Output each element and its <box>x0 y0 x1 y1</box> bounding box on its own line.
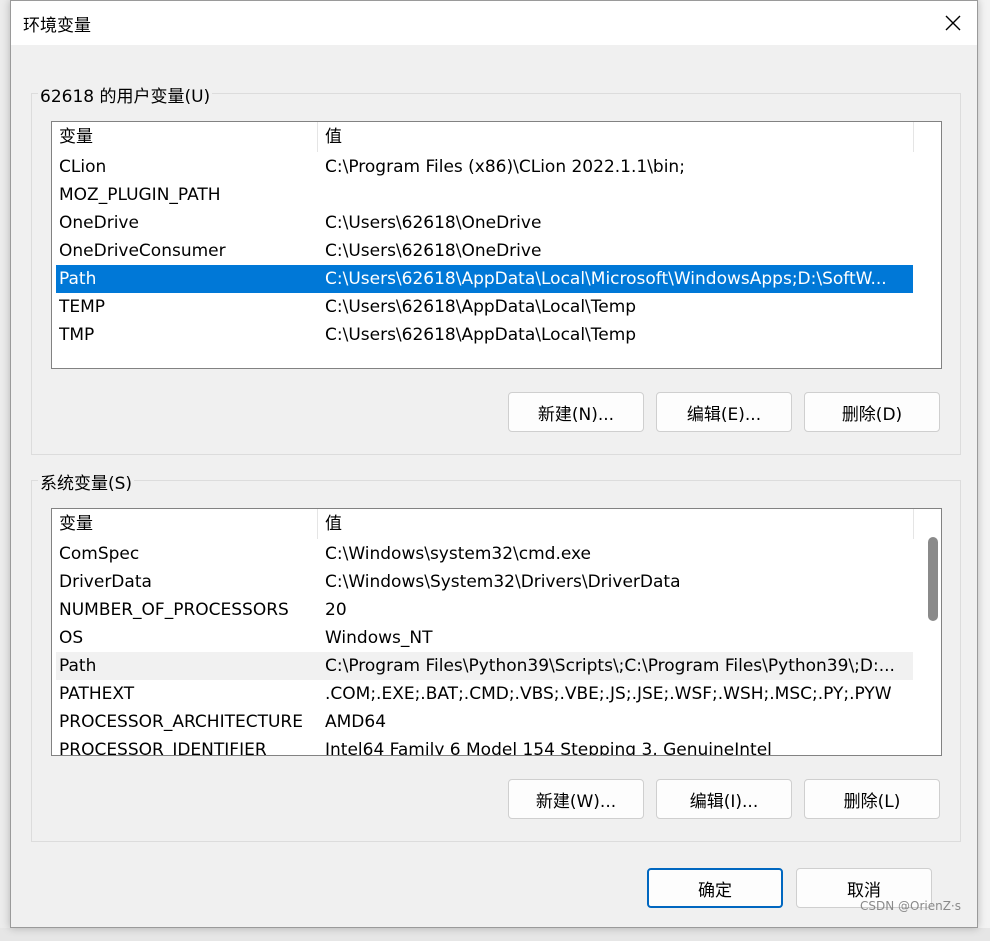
user-new-button[interactable]: 新建(N)... <box>508 392 644 432</box>
environment-variables-dialog: 环境变量 62618 的用户变量(U) 变量 值 CLion C:\Progra… <box>10 0 978 928</box>
list-item[interactable]: ComSpec C:\Windows\system32\cmd.exe <box>56 540 913 568</box>
scrollbar-thumb[interactable] <box>928 537 938 621</box>
system-delete-button[interactable]: 删除(L) <box>804 779 940 819</box>
list-item[interactable]: OneDrive C:\Users\62618\OneDrive <box>56 209 913 237</box>
vertical-scrollbar[interactable] <box>927 509 938 755</box>
user-variables-list[interactable]: 变量 值 CLion C:\Program Files (x86)\CLion … <box>51 121 942 369</box>
list-item[interactable]: PROCESSOR_ARCHITECTURE AMD64 <box>56 708 913 736</box>
close-icon <box>945 15 961 31</box>
list-item[interactable]: MOZ_PLUGIN_PATH <box>56 181 913 209</box>
list-header: 变量 值 <box>52 122 914 152</box>
column-header-value[interactable]: 值 <box>318 509 914 539</box>
list-item-hovered[interactable]: Path C:\Program Files\Python39\Scripts\;… <box>56 652 913 680</box>
list-item[interactable]: PROCESSOR_IDENTIFIER Intel64 Family 6 Mo… <box>56 736 913 755</box>
list-item-selected[interactable]: Path C:\Users\62618\AppData\Local\Micros… <box>56 265 913 293</box>
background-window-bottom <box>0 928 990 941</box>
system-edit-button[interactable]: 编辑(I)... <box>656 779 792 819</box>
title-bar: 环境变量 <box>11 1 977 45</box>
list-header: 变量 值 <box>52 509 914 539</box>
system-variables-label: 系统变量(S) <box>38 469 135 494</box>
user-edit-button[interactable]: 编辑(E)... <box>656 392 792 432</box>
column-header-variable[interactable]: 变量 <box>52 509 318 539</box>
column-header-variable[interactable]: 变量 <box>52 122 318 152</box>
watermark: CSDN @OrienZ·s <box>859 899 961 913</box>
list-item[interactable]: DriverData C:\Windows\System32\Drivers\D… <box>56 568 913 596</box>
list-item[interactable]: CLion C:\Program Files (x86)\CLion 2022.… <box>56 153 913 181</box>
list-item[interactable]: OS Windows_NT <box>56 624 913 652</box>
list-item[interactable]: TEMP C:\Users\62618\AppData\Local\Temp <box>56 293 913 321</box>
column-header-value[interactable]: 值 <box>318 122 914 152</box>
list-item[interactable]: OneDriveConsumer C:\Users\62618\OneDrive <box>56 237 913 265</box>
list-item[interactable]: NUMBER_OF_PROCESSORS 20 <box>56 596 913 624</box>
user-variables-label: 62618 的用户变量(U) <box>38 82 213 107</box>
dialog-title: 环境变量 <box>23 16 91 36</box>
system-new-button[interactable]: 新建(W)... <box>508 779 644 819</box>
list-item[interactable]: PATHEXT .COM;.EXE;.BAT;.CMD;.VBS;.VBE;.J… <box>56 680 913 708</box>
background-window-edge <box>978 0 990 941</box>
ok-button[interactable]: 确定 <box>647 868 783 908</box>
close-button[interactable] <box>935 5 971 41</box>
user-delete-button[interactable]: 删除(D) <box>804 392 940 432</box>
system-variables-list[interactable]: 变量 值 ComSpec C:\Windows\system32\cmd.exe… <box>51 508 942 756</box>
list-item[interactable]: TMP C:\Users\62618\AppData\Local\Temp <box>56 321 913 349</box>
